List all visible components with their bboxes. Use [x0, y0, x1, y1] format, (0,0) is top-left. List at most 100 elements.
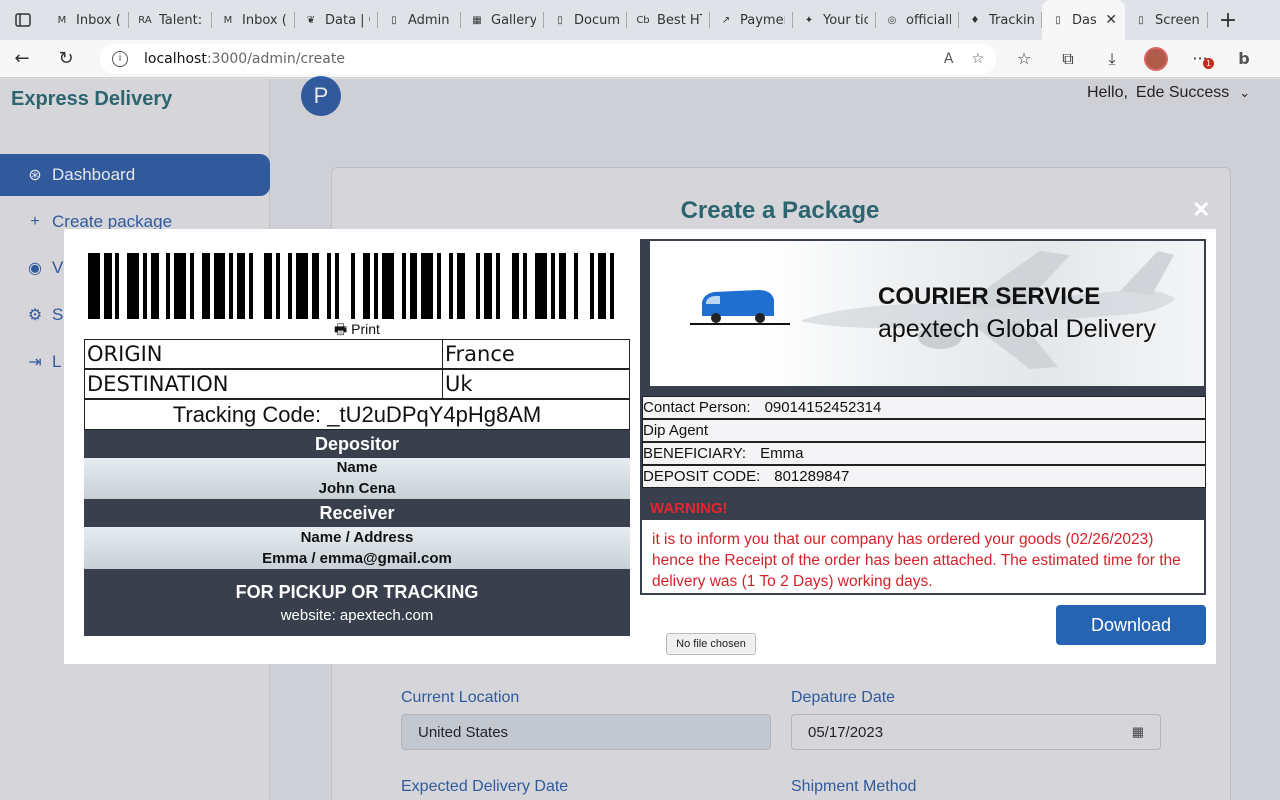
warning-title: WARNING! [642, 488, 1204, 520]
pickup-title: FOR PICKUP OR TRACKING [235, 582, 479, 602]
barcode-bar [409, 253, 418, 319]
barcode-bar [362, 253, 371, 319]
barcode-bar [158, 253, 167, 319]
tab-10[interactable]: ◎ officialh [876, 0, 959, 40]
site-info-icon[interactable]: i [112, 50, 128, 67]
origin-value: France [445, 342, 515, 366]
gmail-icon: M [57, 14, 67, 26]
barcode-bar [382, 253, 394, 319]
profile-avatar[interactable] [1134, 40, 1178, 78]
app-root: Express Delivery ⊛ Dashboard + Create pa… [0, 76, 1280, 800]
beneficiary-row: BENEFICIARY: Emma [642, 442, 1206, 465]
add-favorite-icon[interactable]: ☆ [971, 51, 984, 67]
van-underline [690, 323, 790, 325]
tab-5[interactable]: ▦ Gallery [461, 0, 544, 40]
tab-label: Admin D [408, 12, 453, 28]
barcode-bar [354, 253, 363, 319]
tracking-code: Tracking Code: _tU2uDPqY4pHg8AM [84, 399, 630, 430]
barcode-bar [295, 253, 308, 319]
courier-banner-image: COURIER SERVICE apextech Global Delivery [650, 241, 1204, 386]
barcode-bar [193, 253, 202, 319]
barcode-bar [237, 253, 245, 319]
receiver-field-label: Name / Address [300, 529, 414, 546]
barcode-bar [213, 253, 226, 319]
deposit-code-label: DEPOSIT CODE: [643, 468, 761, 485]
page-icon: ▯ [557, 14, 563, 26]
barcode-bar [264, 253, 273, 319]
more-menu-icon[interactable]: ··· 1 [1178, 40, 1222, 78]
download-button[interactable]: Download [1056, 605, 1206, 645]
tab-6[interactable]: ▯ Docume [544, 0, 627, 40]
tab-label: Inbox (2 [242, 12, 287, 28]
barcode-bar [252, 253, 265, 319]
origin-row: ORIGIN France [84, 339, 630, 369]
printer-icon: 🖶 [334, 321, 348, 337]
bing-icon[interactable]: b [1222, 40, 1266, 78]
favorites-icon[interactable]: ☆ [1002, 40, 1046, 78]
beneficiary-value: Emma [760, 445, 804, 462]
tab-label: Talent: C [159, 12, 204, 28]
tab-label: Das [1072, 12, 1097, 28]
receipt-panel: 🖶 Print ORIGIN France DESTINATION Uk Tra… [84, 249, 630, 637]
tab-9[interactable]: ✦ Your tic [793, 0, 876, 40]
cb-icon: Cb [636, 14, 650, 26]
barcode-bar [464, 253, 477, 319]
barcode-bar [311, 253, 320, 319]
courier-title: COURIER SERVICE [878, 283, 1101, 310]
barcode-bar [119, 253, 128, 319]
barcode-bar [527, 253, 536, 319]
barcode-bar [499, 253, 512, 319]
collections-icon[interactable]: ⧉ [1046, 40, 1090, 78]
tab-0[interactable]: M Inbox (5 [46, 0, 129, 40]
barcode-bar [511, 253, 520, 319]
tab-13[interactable]: ▯ Screen [1125, 0, 1208, 40]
tab-8[interactable]: ↗ Paymen [710, 0, 793, 40]
tab-7[interactable]: Cb Best HT [627, 0, 710, 40]
agent-row: Dip Agent [642, 419, 1206, 442]
barcode-bar [201, 253, 210, 319]
tab-11[interactable]: ♦ Tracking [959, 0, 1042, 40]
barcode-bar [440, 253, 449, 319]
tab-12[interactable]: ▯ Das ✕ [1042, 0, 1125, 40]
barcode-bar [103, 253, 112, 319]
tab-2[interactable]: M Inbox (2 [212, 0, 295, 40]
contact-value: 09014152452314 [764, 399, 882, 416]
file-input[interactable]: No file chosen [666, 633, 756, 655]
address-bar-row: ← ↻ i localhost:3000/admin/create A ☆ ☆ … [0, 40, 1280, 78]
tab-1[interactable]: RA Talent: C [129, 0, 212, 40]
close-icon[interactable]: ✕ [1192, 197, 1210, 223]
downloads-icon[interactable]: ⤓ [1090, 40, 1134, 78]
tab-actions-icon[interactable] [0, 0, 46, 40]
back-button[interactable]: ← [0, 40, 44, 78]
origin-label: ORIGIN [85, 340, 443, 368]
tab-3[interactable]: ❦ Data | C [295, 0, 378, 40]
new-tab-button[interactable]: + [1208, 0, 1248, 40]
read-aloud-icon[interactable]: A [944, 51, 954, 67]
warning-text: it is to inform you that our company has… [652, 531, 1181, 590]
destination-value: Uk [445, 372, 473, 396]
github-icon: ◎ [887, 14, 897, 26]
delivery-van-icon [702, 290, 774, 323]
payment-icon: ↗ [721, 14, 731, 26]
barcode-bar [421, 253, 434, 319]
browser-tab-bar: M Inbox (5 RA Talent: C M Inbox (2 ❦ Data | C ▯ A… [0, 0, 1280, 40]
barcode-bar [150, 253, 159, 319]
refresh-button[interactable]: ↻ [44, 40, 88, 78]
barcode [88, 253, 626, 319]
close-tab-icon[interactable]: ✕ [1105, 12, 1117, 28]
ticket-icon: ✦ [804, 14, 814, 26]
depositor-heading: Depositor [84, 430, 630, 458]
page-icon: ▯ [1138, 14, 1144, 26]
url-field[interactable]: i localhost:3000/admin/create A ☆ [100, 43, 996, 74]
url-path: :3000/admin/create [206, 50, 345, 67]
receipt-modal: 🖶 Print ORIGIN France DESTINATION Uk Tra… [64, 229, 1216, 664]
barcode-bar [456, 253, 465, 319]
barcode-bar [613, 253, 626, 319]
depositor-section: Name John Cena [84, 458, 630, 499]
tab-label: officialh [906, 12, 951, 28]
tab-4[interactable]: ▯ Admin D [378, 0, 461, 40]
destination-row: DESTINATION Uk [84, 369, 630, 399]
receiver-section: Name / Address Emma / emma@gmail.com [84, 527, 630, 569]
barcode-bar [535, 253, 547, 319]
pickup-footer: FOR PICKUP OR TRACKING website: apextech… [84, 569, 630, 636]
